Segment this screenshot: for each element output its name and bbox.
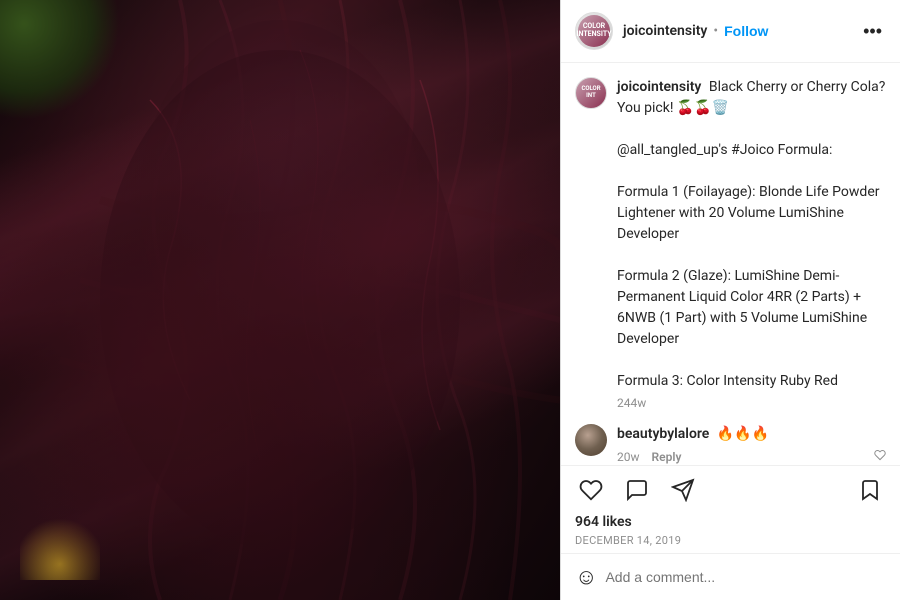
leaves-decoration xyxy=(0,0,120,120)
emoji-button[interactable]: ☺ xyxy=(575,564,597,590)
share-icon xyxy=(671,478,695,502)
flowers-decoration xyxy=(20,500,100,580)
commenter-avatar-img xyxy=(575,424,607,456)
user-comment: beautybylalore 🔥🔥🔥 20w Reply xyxy=(575,424,886,464)
avatar: COLORINTENSITY xyxy=(575,12,613,50)
main-post-meta: 244w xyxy=(617,396,886,410)
comment-button[interactable] xyxy=(621,474,653,506)
username-follow-row: joicointensity • Follow xyxy=(623,23,859,39)
more-icon: ••• xyxy=(863,21,882,42)
commenter-time: 20w xyxy=(617,450,640,464)
avatar-logo: COLORINTENSITY xyxy=(576,23,611,38)
more-options-button[interactable]: ••• xyxy=(859,21,886,42)
right-panel: COLORINTENSITY joicointensity • Follow •… xyxy=(560,0,900,600)
add-comment-input[interactable] xyxy=(605,569,886,585)
heart-icon xyxy=(579,478,603,502)
bookmark-icon xyxy=(858,478,882,502)
avatar-inner: COLORINTENSITY xyxy=(578,15,610,47)
main-post-text: joicointensity Black Cherry or Cherry Co… xyxy=(617,77,886,392)
main-post-formula: @all_tangled_up's #Joico Formula:Formula… xyxy=(617,142,880,389)
likes-count: 964 likes xyxy=(575,514,886,530)
main-post-time: 244w xyxy=(617,396,646,410)
main-post-comment: COLORINT joicointensity Black Cherry or … xyxy=(575,77,886,410)
main-post-content: joicointensity Black Cherry or Cherry Co… xyxy=(617,77,886,410)
header-info: joicointensity • Follow xyxy=(623,23,859,39)
commenter-username: beautybylalore xyxy=(617,426,709,442)
user-comment-text: beautybylalore 🔥🔥🔥 xyxy=(617,424,886,445)
comment-like-icon[interactable] xyxy=(874,449,886,464)
post-username: joicointensity xyxy=(623,23,707,39)
content-area: COLORINT joicointensity Black Cherry or … xyxy=(561,63,900,465)
main-post-emojis: 🍒🍒🗑️ xyxy=(677,100,729,116)
post-date: December 14, 2019 xyxy=(575,534,886,547)
main-post-username: joicointensity xyxy=(617,79,701,95)
post-author-avatar-logo: COLORINT xyxy=(581,86,600,99)
like-button[interactable] xyxy=(575,474,607,506)
commenter-emojis: 🔥🔥🔥 xyxy=(717,426,769,442)
actions-bar: 964 likes December 14, 2019 xyxy=(561,465,900,553)
action-icons-row xyxy=(575,474,886,506)
post-image xyxy=(0,0,560,600)
user-comment-meta: 20w Reply xyxy=(617,449,886,464)
comment-icon xyxy=(625,478,649,502)
commenter-avatar xyxy=(575,424,607,456)
user-comment-content: beautybylalore 🔥🔥🔥 20w Reply xyxy=(617,424,886,464)
post-author-avatar: COLORINT xyxy=(575,77,607,109)
hair-strands xyxy=(0,0,560,600)
bookmark-button[interactable] xyxy=(854,474,886,506)
separator: • xyxy=(713,23,718,39)
add-comment-bar: ☺ xyxy=(561,553,900,600)
reply-button[interactable]: Reply xyxy=(652,450,682,464)
share-button[interactable] xyxy=(667,474,699,506)
post-header: COLORINTENSITY joicointensity • Follow •… xyxy=(561,0,900,63)
follow-button[interactable]: Follow xyxy=(724,23,768,39)
